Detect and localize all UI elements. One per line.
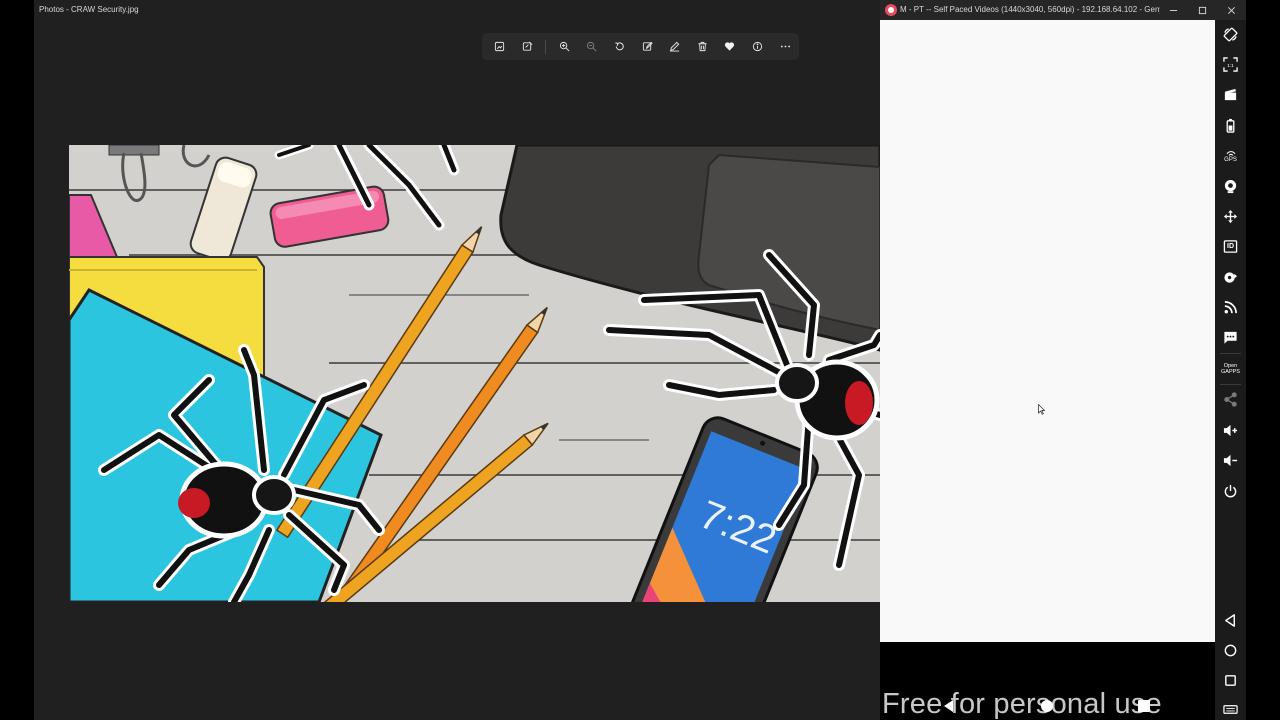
volume-up-icon <box>1223 424 1238 437</box>
close-icon <box>1227 6 1235 14</box>
gps-label: GPS <box>1224 156 1237 163</box>
rotate-device-button[interactable] <box>1220 24 1241 45</box>
info-icon <box>752 41 763 52</box>
rotate-button[interactable] <box>606 33 634 60</box>
move-button[interactable] <box>1220 206 1241 227</box>
maximize-icon <box>1198 6 1206 14</box>
desk-illustration: 7:22 <box>69 145 880 602</box>
rotate-icon <box>1223 27 1238 42</box>
edit-button[interactable] <box>633 33 661 60</box>
minimize-button[interactable] <box>1159 0 1187 20</box>
identifiers-button[interactable]: ID <box>1220 236 1241 257</box>
minimize-icon <box>1169 9 1177 11</box>
more-icon <box>780 45 790 48</box>
pixel-perfect-button[interactable]: 1:1 <box>1220 54 1241 75</box>
crop-button[interactable] <box>486 33 514 60</box>
zoom-out-icon <box>587 41 597 52</box>
delete-icon <box>698 41 707 52</box>
share-icon <box>1224 392 1237 407</box>
photos-window: Photos - CRAW Security.jpg 7:22 <box>34 0 880 720</box>
disk-io-button[interactable] <box>1220 267 1241 288</box>
move-icon <box>1223 209 1238 224</box>
edit-image-icon <box>522 41 533 51</box>
edit-icon <box>642 41 653 51</box>
zoom-in-button[interactable] <box>550 33 578 60</box>
toolbar-divider <box>1220 384 1241 385</box>
sms-icon <box>1224 331 1237 344</box>
disk-io-icon <box>1224 272 1238 283</box>
genymotion-toolbar: 1:1 GPS ID Open GAPPS <box>1215 20 1246 720</box>
open-gapps-label: Open GAPPS <box>1221 362 1240 375</box>
sms-button[interactable] <box>1220 327 1241 348</box>
battery-icon <box>1226 118 1235 133</box>
power-icon <box>1224 484 1237 498</box>
svg-text:1:1: 1:1 <box>1227 63 1234 68</box>
volume-up-button[interactable] <box>1220 420 1241 441</box>
toolbar-divider <box>1220 353 1241 354</box>
toolbar-divider <box>545 39 547 54</box>
screencast-icon <box>1224 88 1237 101</box>
share-button[interactable] <box>1220 389 1241 410</box>
edit-image-button[interactable] <box>514 33 542 60</box>
crop-icon <box>495 41 505 52</box>
recents-button[interactable] <box>1220 670 1241 691</box>
free-for-personal-use-watermark: Free for personal use <box>882 688 1162 720</box>
network-icon <box>1224 301 1237 314</box>
network-button[interactable] <box>1220 297 1241 318</box>
back-icon <box>1225 614 1235 627</box>
android-screen[interactable] <box>880 20 1215 642</box>
webcam-button[interactable] <box>1220 176 1241 197</box>
genymotion-logo-icon <box>885 4 897 16</box>
home-button[interactable] <box>1220 640 1241 661</box>
webcam-icon <box>1224 179 1237 194</box>
power-button[interactable] <box>1220 481 1241 502</box>
identifiers-label: ID <box>1227 242 1234 250</box>
open-gapps-button[interactable]: Open GAPPS <box>1220 358 1241 379</box>
rotate-icon <box>615 42 624 51</box>
genymotion-window: M - PT -- Self Paced Videos (1440x3040, … <box>880 0 1246 720</box>
screencast-button[interactable] <box>1220 84 1241 105</box>
battery-button[interactable] <box>1220 115 1241 136</box>
photo-viewer-image[interactable]: 7:22 <box>69 145 880 602</box>
android-navigation-bar: Free for personal use <box>880 642 1215 720</box>
back-button[interactable] <box>1220 610 1241 631</box>
close-button[interactable] <box>1217 0 1245 20</box>
info-button[interactable] <box>744 33 772 60</box>
genymotion-window-title: M - PT -- Self Paced Videos (1440x3040, … <box>900 5 1160 14</box>
photos-window-title: Photos - CRAW Security.jpg <box>39 5 139 14</box>
mouse-cursor-icon <box>1038 404 1045 415</box>
draw-button[interactable] <box>661 33 689 60</box>
gps-icon <box>1226 150 1235 156</box>
genymotion-titlebar: M - PT -- Self Paced Videos (1440x3040, … <box>880 0 1246 20</box>
maximize-button[interactable] <box>1188 0 1216 20</box>
zoom-out-button[interactable] <box>578 33 606 60</box>
photos-toolbar <box>482 33 799 60</box>
menu-icon <box>1223 704 1238 714</box>
home-icon <box>1224 644 1237 657</box>
favorite-icon <box>725 42 735 51</box>
menu-button[interactable] <box>1220 701 1241 717</box>
draw-icon <box>670 41 680 52</box>
gps-button[interactable]: GPS <box>1220 145 1241 166</box>
volume-down-icon <box>1223 454 1238 467</box>
volume-down-button[interactable] <box>1220 450 1241 471</box>
recents-icon <box>1225 675 1236 686</box>
more-button[interactable] <box>771 33 799 60</box>
zoom-in-icon <box>559 41 570 52</box>
favorite-button[interactable] <box>716 33 744 60</box>
delete-button[interactable] <box>688 33 716 60</box>
pixel-perfect-icon: 1:1 <box>1223 57 1238 72</box>
